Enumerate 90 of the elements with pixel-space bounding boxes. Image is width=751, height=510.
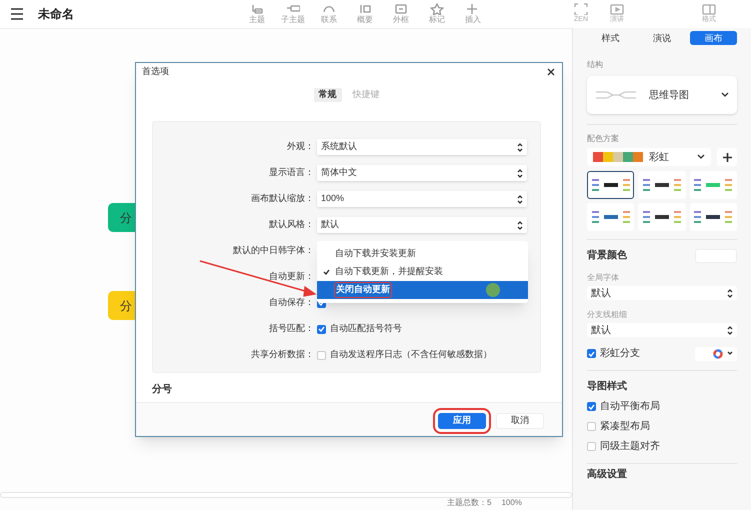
select-field[interactable]: 系统默认 bbox=[317, 139, 527, 155]
scheme-select[interactable]: 彩虹 bbox=[587, 148, 711, 166]
cancel-button[interactable]: 取消 bbox=[496, 413, 544, 429]
theme-thumbnail[interactable] bbox=[587, 171, 634, 199]
setting-label: 默认的中日韩字体： bbox=[232, 244, 315, 258]
sidebar-tab[interactable]: 画布 bbox=[690, 31, 737, 45]
topic-icon bbox=[250, 3, 264, 15]
select-field[interactable]: 默认 bbox=[587, 323, 737, 337]
bracket-icon bbox=[358, 3, 372, 15]
checkbox[interactable] bbox=[317, 324, 326, 334]
panel-icon bbox=[702, 3, 716, 15]
star-icon bbox=[430, 3, 444, 15]
checkbox-label: 自动平衡布局 bbox=[600, 400, 660, 414]
checkbox-label: 彩虹分支 bbox=[600, 346, 641, 361]
sidebar-tab[interactable]: 演说 bbox=[638, 31, 686, 45]
field-label: 分支线粗细 bbox=[587, 309, 628, 321]
checkmark-icon bbox=[318, 326, 325, 332]
setting-label: 外观： bbox=[286, 140, 315, 154]
setting-label: 共享分析数据： bbox=[250, 348, 315, 362]
sidebar-tab[interactable]: 样式 bbox=[587, 31, 634, 45]
up-down-icon bbox=[727, 288, 733, 298]
select-field[interactable]: 默认 bbox=[587, 286, 737, 300]
close-icon bbox=[547, 68, 555, 76]
checkbox[interactable] bbox=[317, 350, 326, 360]
theme-preview-icon bbox=[642, 210, 681, 224]
close-button[interactable] bbox=[546, 67, 556, 77]
theme-preview-icon bbox=[694, 210, 732, 224]
plus-icon bbox=[466, 3, 480, 15]
select-field[interactable]: 默认 bbox=[317, 217, 527, 233]
setting-label: 自动保存： bbox=[268, 296, 315, 310]
menu-item[interactable]: 自动下载更新，并提醒安装 bbox=[317, 263, 528, 281]
up-down-icon bbox=[727, 326, 733, 334]
curve-icon bbox=[322, 3, 336, 15]
play-icon bbox=[610, 3, 624, 15]
checkbox[interactable] bbox=[587, 402, 596, 411]
setting-label: 默认风格： bbox=[268, 218, 315, 232]
theme-preview-icon bbox=[592, 210, 630, 224]
up-down-icon bbox=[517, 168, 523, 178]
cursor-highlight-icon bbox=[486, 283, 500, 297]
up-down-icon bbox=[517, 220, 523, 230]
select-field[interactable]: 100% bbox=[317, 191, 527, 207]
checkbox[interactable] bbox=[587, 349, 596, 358]
scrollbar[interactable] bbox=[0, 492, 572, 498]
setting-label: 自动更新： bbox=[268, 270, 315, 284]
theme-preview-icon bbox=[592, 178, 630, 192]
status-text: 100% bbox=[501, 497, 522, 509]
checkmark-icon bbox=[588, 404, 595, 410]
frame-icon bbox=[394, 3, 408, 15]
theme-preview-icon bbox=[694, 178, 732, 192]
checkbox[interactable] bbox=[587, 442, 596, 451]
up-down-icon bbox=[517, 194, 523, 204]
color-wheel-button[interactable] bbox=[695, 346, 737, 360]
section-label: 结构 bbox=[587, 59, 604, 71]
setting-label: 括号匹配： bbox=[268, 322, 315, 336]
chevron-down-icon bbox=[721, 92, 729, 98]
select-field[interactable]: 简体中文 bbox=[317, 165, 527, 181]
section-label: 高级设置 bbox=[587, 469, 628, 481]
checkbox-label: 自动发送程序日志（不含任何敏感数据） bbox=[330, 348, 492, 362]
focus-icon bbox=[574, 3, 588, 15]
checkbox-label: 自动匹配括号符号 bbox=[330, 322, 402, 336]
add-button[interactable] bbox=[717, 148, 737, 166]
checkmark-icon bbox=[322, 269, 330, 275]
dialog-tab[interactable]: 常规 bbox=[314, 88, 342, 102]
plus-icon bbox=[722, 152, 732, 162]
dialog-title: 首选项 bbox=[142, 65, 169, 78]
menu-icon bbox=[10, 8, 24, 20]
checkbox[interactable] bbox=[587, 422, 596, 431]
menu-item[interactable]: 自动下载并安装更新 bbox=[317, 245, 528, 263]
checkbox-label: 紧凑型布局 bbox=[600, 420, 650, 434]
section-label: 背景颜色 bbox=[587, 248, 627, 263]
section-label: 导图样式 bbox=[587, 380, 628, 394]
checkbox-label: 同级主题对齐 bbox=[600, 440, 660, 454]
menu-item[interactable]: 关闭自动更新 bbox=[317, 281, 528, 299]
color-strip-icon bbox=[593, 152, 643, 162]
section-label: 配色方案 bbox=[587, 133, 620, 145]
apply-button[interactable]: 应用 bbox=[438, 413, 486, 429]
field-label: 全局字体 bbox=[587, 272, 620, 284]
setting-label: 画布默认缩放： bbox=[250, 192, 315, 206]
up-down-icon bbox=[517, 142, 523, 152]
setting-label: 显示语言： bbox=[268, 166, 315, 180]
arrow-icon bbox=[198, 259, 318, 299]
chevron-down-icon bbox=[697, 154, 705, 160]
checkmark-icon bbox=[588, 350, 595, 356]
structure-select[interactable]: 思维导图 bbox=[587, 76, 737, 114]
theme-preview-icon bbox=[642, 178, 681, 192]
chevron-down-icon bbox=[727, 351, 733, 356]
status-text: 主题总数：5 bbox=[447, 497, 492, 509]
section-heading: 分号 bbox=[152, 382, 173, 397]
color-wheel-icon bbox=[713, 348, 723, 358]
document-title: 未命名 bbox=[38, 6, 74, 23]
